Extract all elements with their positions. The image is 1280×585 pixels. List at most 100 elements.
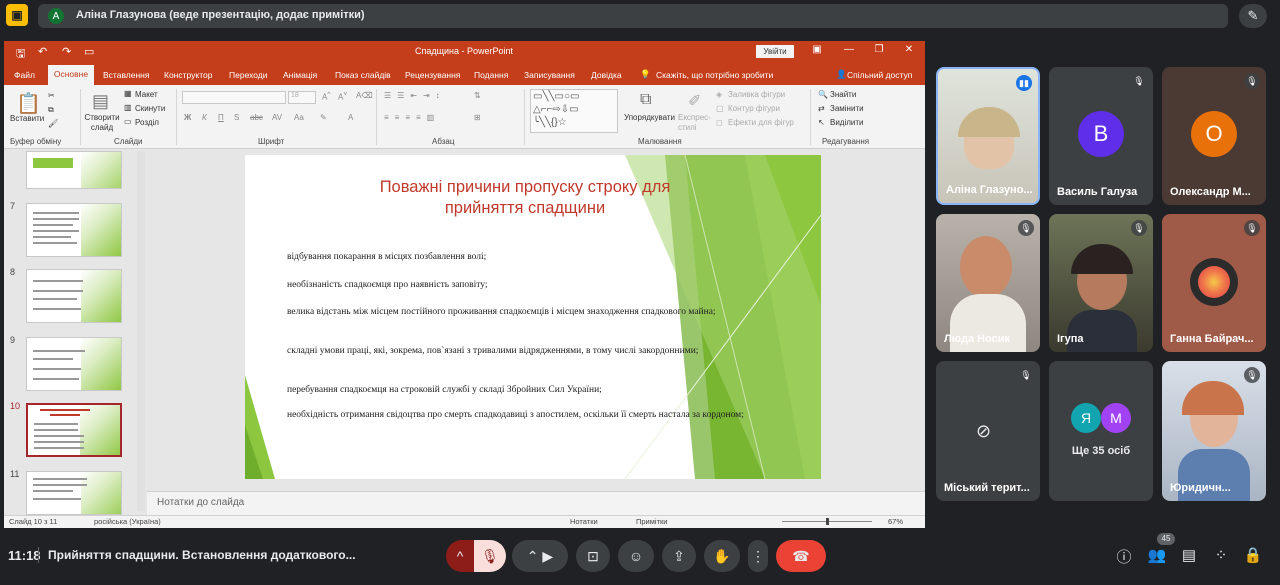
share-button[interactable]: Спільний доступ [847,70,912,80]
camera-button[interactable]: ⌃ ▶ [512,540,568,572]
tab-view[interactable]: Подання [474,70,508,80]
replace-button[interactable]: Замінити [830,104,864,113]
replace-icon[interactable]: ⇄ [818,104,825,113]
quick-styles-button[interactable]: Експрес-стилі [678,113,718,133]
ribbon-display-icon[interactable]: ▣ [810,44,824,55]
thumbnail-scrollbar[interactable] [137,151,145,511]
mic-options-chevron-icon[interactable]: ^ [446,540,474,572]
paste-button[interactable]: Вставити [10,114,44,123]
chat-icon[interactable]: ▤ [1178,546,1200,564]
select-icon[interactable]: ↖ [818,118,825,127]
section-button[interactable]: Розділ [135,118,159,127]
change-case-icon[interactable]: Aa [294,113,304,122]
close-icon[interactable]: ✕ [902,44,916,55]
underline-icon[interactable]: П [218,113,224,122]
participant-tile[interactable]: 🎙 Люда Носик [936,214,1040,352]
align-icons[interactable]: ≡≡≡≡▥ [384,113,440,122]
participant-tile[interactable]: ⊘ 🎙 Міський терит... [936,361,1040,501]
font-family-select[interactable] [182,91,286,104]
activities-icon[interactable]: ⁘ [1210,546,1232,564]
list-icons[interactable]: ☰☰⇤⇥↕ [384,91,446,100]
comments-toggle[interactable]: Примітки [636,517,667,526]
participant-tile[interactable]: 🎙 Ігупа [1049,214,1153,352]
format-painter-icon[interactable]: 🖌 [48,119,58,128]
tab-help[interactable]: Довідка [591,70,622,80]
notes-toggle[interactable]: Нотатки [570,517,598,526]
find-button[interactable]: Знайти [830,90,856,99]
zoom-thumb[interactable] [826,518,829,525]
participant-tile[interactable]: 🎙 Юридичн... [1162,361,1266,501]
shadow-icon[interactable]: S [234,113,239,122]
slide-thumbnail-selected[interactable] [26,403,122,457]
save-icon[interactable]: 🖫 [16,45,25,64]
slide-title[interactable]: Поважні причини пропуску строку для прийн… [305,177,745,219]
tab-file[interactable]: Файл [14,70,35,80]
shape-effects-button[interactable]: Ефекти для фігур [728,118,794,127]
info-icon[interactable]: ⓘ [1113,546,1135,567]
arrange-button[interactable]: Упорядкувати [624,113,675,122]
slide-thumbnail[interactable] [26,337,122,391]
shapes-gallery[interactable]: ▭╲╲▭○▭ △⌐⌐⇨⇩▭ ╰╲╲{}☆ [530,89,618,133]
raise-hand-button[interactable]: ✋ [704,540,740,572]
shape-fill-button[interactable]: Заливка фігури [728,90,785,99]
tell-me-search[interactable]: Скажіть, що потрібно зробити [656,70,773,80]
layout-icon[interactable]: ▦ [124,89,132,98]
language-status[interactable]: російська (Україна) [94,517,161,526]
zoom-level[interactable]: 67% [888,517,903,526]
participant-tile[interactable]: О 🎙 Олександр М... [1162,67,1266,205]
tab-animations[interactable]: Анімація [283,70,317,80]
undo-icon[interactable]: ↶ [38,45,47,58]
reactions-button[interactable]: ☺ [618,540,654,572]
present-button[interactable]: ⇪ [662,540,696,572]
font-color-icon[interactable]: A [348,113,353,122]
annotate-pen-icon[interactable]: ✎ [1239,4,1267,28]
maximize-icon[interactable]: ❐ [872,44,886,55]
strikethrough-icon[interactable]: abc [250,113,263,122]
text-direction-icon[interactable]: ⇅ [474,91,481,100]
select-button[interactable]: Виділити [830,118,864,127]
cut-icon[interactable]: ✂ [48,91,55,100]
participant-tile[interactable]: В 🎙 Василь Галуза [1049,67,1153,205]
new-slide-icon[interactable]: ▤ [92,91,109,112]
tab-insert[interactable]: Вставлення [103,70,149,80]
clear-format-icon[interactable]: A⌫ [356,91,373,100]
font-size-select[interactable]: 18 [288,91,316,104]
reset-icon[interactable]: ▥ [124,103,132,112]
participant-tile[interactable]: ▮▮ Аліна Глазуно... [936,67,1040,205]
participant-tile[interactable]: 🎙 Ганна Байрач... [1162,214,1266,352]
editor-scrollbar[interactable] [915,149,925,491]
font-shrink-icon[interactable]: A˅ [338,91,347,102]
presenting-icon[interactable]: ▣ [6,4,28,26]
bold-icon[interactable]: Ж [184,113,191,122]
shape-outline-icon[interactable]: ▢ [716,104,724,113]
paste-icon[interactable]: 📋 [16,91,41,116]
font-grow-icon[interactable]: A^ [322,91,330,102]
slide-canvas[interactable]: Поважні причини пропуску строку для прийн… [245,155,821,479]
redo-icon[interactable]: ↷ [62,45,71,58]
people-icon[interactable]: 👥 [1146,546,1168,564]
tab-slideshow[interactable]: Показ слайдів [335,70,391,80]
section-icon[interactable]: ▭ [124,117,132,126]
layout-button[interactable]: Макет [135,90,158,99]
quick-styles-icon[interactable]: ✐ [688,91,701,111]
slide-thumbnail[interactable] [26,471,122,515]
slide-thumbnail[interactable] [26,203,122,257]
tab-design[interactable]: Конструктор [164,70,212,80]
tab-review[interactable]: Рецензування [405,70,460,80]
reset-button[interactable]: Скинути [135,104,165,113]
host-controls-icon[interactable]: 🔒 [1242,546,1264,564]
find-icon[interactable]: 🔍 [818,90,828,99]
mic-off-button[interactable]: 🎙 [474,540,506,572]
more-participants-tile[interactable]: Я М Ще 35 осіб [1049,361,1153,501]
slide-thumbnail[interactable] [26,269,122,323]
shape-outline-button[interactable]: Контур фігури [728,104,780,113]
arrange-icon[interactable]: ⧉ [640,91,651,109]
signin-button[interactable]: Увійти [756,45,794,58]
leave-call-button[interactable]: ☎ [776,540,826,572]
spacing-icon[interactable]: AV [272,113,282,122]
highlight-icon[interactable]: ✎ [320,113,327,122]
minimize-icon[interactable]: — [842,44,856,55]
captions-button[interactable]: ⊡ [576,540,610,572]
shape-effects-icon[interactable]: ◻ [716,118,723,127]
notes-pane[interactable]: Нотатки до слайда [147,491,925,515]
